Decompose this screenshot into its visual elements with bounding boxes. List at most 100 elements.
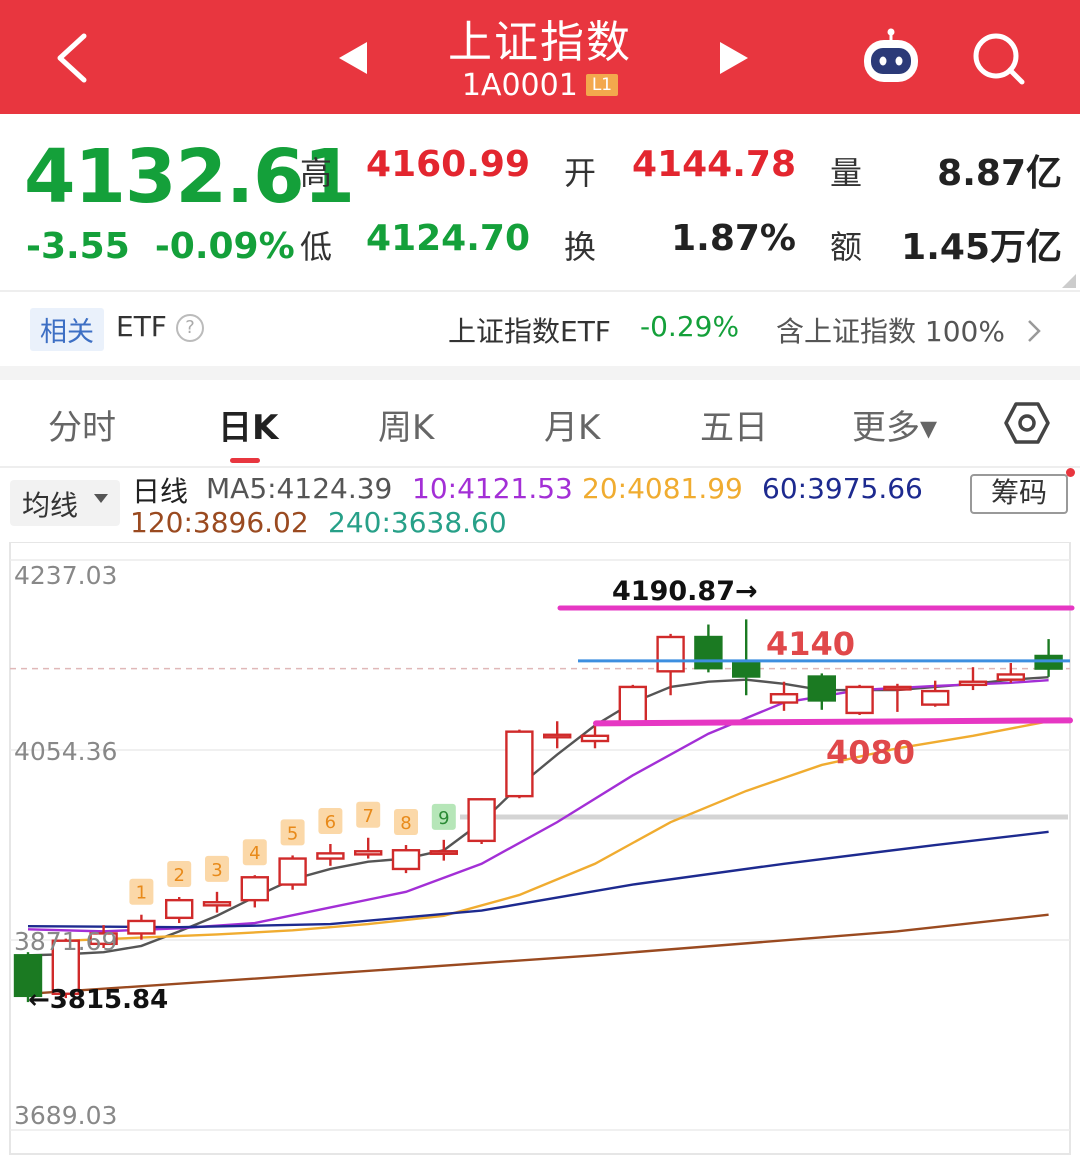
tab-five-day[interactable]: 五日 — [700, 400, 768, 449]
ma5-value: MA5:4124.39 — [206, 472, 393, 505]
etf-holding: 含上证指数 100% — [776, 315, 1005, 348]
resistance-label: 4140 — [766, 625, 855, 663]
help-icon[interactable]: ? — [176, 314, 204, 342]
back-arrow-icon[interactable] — [48, 30, 98, 86]
chevron-right-icon[interactable] — [1026, 318, 1042, 344]
candle-body — [921, 689, 950, 706]
ma-selector-label: 均线 — [22, 489, 79, 522]
high-value: 4160.99 — [366, 144, 530, 185]
period-tabs: 分时 日K 周K 月K 五日 更多▾ — [0, 380, 1080, 466]
ma-selector[interactable]: 均线 — [10, 480, 120, 526]
ma-legend: 均线 日线 MA5:4124.39 10:4121.53 20:4081.99 … — [0, 468, 1080, 542]
min-price-label: ←3815.84 — [28, 985, 168, 1015]
corner-fold-icon — [1062, 274, 1076, 288]
sequence-marker-label: 5 — [287, 823, 298, 844]
volume-value: 8.87亿 — [937, 153, 1062, 194]
candle-body — [278, 857, 307, 886]
candle-body — [580, 734, 610, 743]
high-label: 高 — [300, 154, 333, 192]
dropdown-icon — [94, 494, 108, 503]
price-change: -3.55 -0.09% — [26, 226, 295, 267]
candle-body — [127, 919, 156, 935]
etf-change: -0.29% — [640, 310, 740, 343]
sequence-marker-label: 3 — [211, 860, 222, 881]
period-label: 日线 — [132, 475, 189, 508]
top-bar: 上证指数 1A0001 L1 — [0, 0, 1080, 114]
change-percent: -0.09% — [154, 226, 295, 267]
candle-body — [732, 659, 761, 678]
ma240-value: 240:3638.60 — [328, 506, 507, 539]
candle-body — [694, 635, 723, 670]
candle-body — [996, 673, 1025, 681]
active-tab-indicator — [230, 458, 260, 463]
next-stock-icon[interactable] — [712, 38, 752, 78]
change-value: -3.55 — [26, 226, 130, 267]
kline-svg[interactable]: 1 2 3 4 5 6 7 8 9 4190.87→ 4140 4080 ←3815.84 4237.03… — [0, 542, 1080, 1158]
tab-weekly-k[interactable]: 周K — [378, 400, 434, 449]
etf-label: ETF — [116, 310, 167, 343]
etf-name: 上证指数ETF — [448, 315, 611, 348]
quote-panel: 4132.61 -3.55 -0.09% 高 4160.99 低 4124.70… — [0, 114, 1080, 290]
candle-body — [958, 680, 988, 687]
settings-hexagon-icon[interactable] — [1004, 400, 1050, 446]
open-label: 开 — [564, 154, 597, 192]
ma10-value: 10:4121.53 — [412, 472, 573, 505]
candle-body — [202, 901, 232, 907]
y-axis-label: 3871.69 — [14, 927, 117, 956]
section-spacer — [0, 366, 1080, 380]
y-axis-label: 4237.03 — [14, 561, 117, 590]
turnover-label: 换 — [564, 228, 597, 266]
amount-label: 额 — [830, 228, 863, 266]
tab-monthly-k[interactable]: 月K — [544, 400, 600, 449]
sequence-marker-label: 9 — [438, 808, 449, 829]
tab-intraday[interactable]: 分时 — [48, 400, 116, 449]
low-label: 低 — [300, 228, 333, 266]
candle-body — [391, 849, 421, 871]
tab-more[interactable]: 更多▾ — [852, 400, 937, 449]
amount-value: 1.45万亿 — [901, 227, 1062, 268]
low-value: 4124.70 — [366, 218, 530, 259]
search-icon[interactable] — [970, 30, 1030, 90]
turnover-value: 1.87% — [671, 218, 796, 259]
sequence-marker-label: 6 — [325, 812, 336, 833]
candle-body — [656, 635, 685, 673]
robot-assistant-icon[interactable] — [858, 28, 924, 88]
candle-body — [845, 685, 874, 715]
candle-body — [467, 798, 496, 843]
sequence-marker-label: 1 — [136, 883, 147, 904]
candle-body — [543, 733, 572, 739]
sequence-marker-label: 7 — [362, 806, 373, 827]
y-axis-label: 4054.36 — [14, 737, 117, 766]
y-axis-label: 3689.03 — [14, 1101, 117, 1130]
open-value: 4144.78 — [632, 144, 796, 185]
candle-body — [240, 876, 270, 902]
sequence-marker-label: 8 — [400, 813, 411, 834]
candle-body — [769, 693, 799, 704]
ma60-value: 60:3975.66 — [762, 472, 923, 505]
candle-body — [429, 850, 458, 855]
stock-code-row: 1A0001 L1 — [390, 68, 690, 103]
chips-distribution-button[interactable]: 筹码 — [970, 474, 1068, 514]
sequence-marker-label: 4 — [249, 843, 260, 864]
candle-body — [618, 685, 647, 725]
annotation-line-support — [593, 717, 1073, 727]
notification-dot — [1066, 468, 1075, 477]
candle-body — [883, 685, 912, 691]
candle-body — [164, 898, 194, 920]
candle-body — [316, 852, 345, 860]
stock-code: 1A0001 — [461, 68, 578, 103]
candle-body — [505, 730, 534, 798]
tab-daily-k[interactable]: 日K — [218, 400, 278, 449]
ma120-value: 120:3896.02 — [130, 506, 309, 539]
ma20-value: 20:4081.99 — [582, 472, 743, 505]
sequence-marker-label: 2 — [173, 865, 184, 886]
support-label: 4080 — [826, 733, 915, 771]
volume-label: 量 — [830, 154, 863, 192]
related-tag: 相关 — [30, 308, 104, 351]
related-etf-row[interactable]: 相关 ETF ? 上证指数ETF -0.29% 含上证指数 100% — [0, 292, 1080, 366]
candle-body — [354, 850, 383, 856]
previous-stock-icon[interactable] — [335, 38, 375, 78]
kline-chart[interactable]: 1 2 3 4 5 6 7 8 9 4190.87→ 4140 4080 ←3815.84 4237.03… — [0, 542, 1080, 1158]
page-title: 上证指数 — [448, 17, 632, 68]
ma-line-ma10 — [27, 678, 1049, 933]
